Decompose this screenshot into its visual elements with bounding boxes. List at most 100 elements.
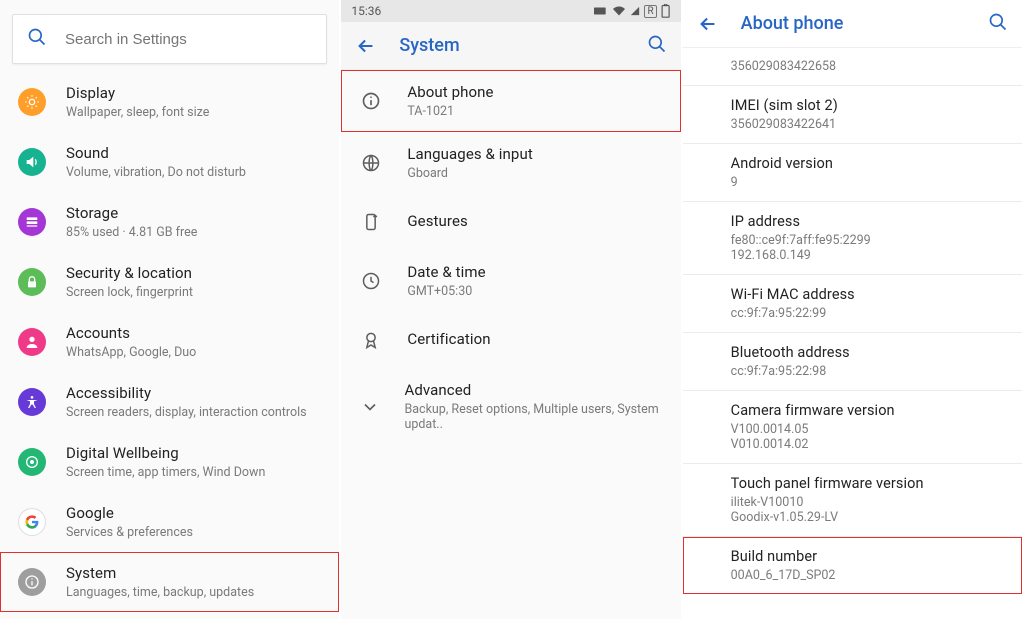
item-title: Certification (407, 330, 490, 348)
search-bar[interactable] (12, 14, 327, 64)
cert-icon (359, 330, 383, 350)
settings-list: Display Wallpaper, sleep, font size Sound V… (0, 72, 339, 619)
about-list: 356029083422658 IMEI (sim slot 2) 35602908… (683, 48, 1022, 619)
info-title: IP address (731, 213, 1006, 230)
info-value: cc:9f:7a:95:22:99 (731, 306, 1006, 321)
sound-icon (18, 148, 46, 176)
settings-item-system[interactable]: System Languages, time, backup, updates (0, 552, 339, 612)
chevron-icon (359, 397, 380, 417)
appbar-title: About phone (741, 13, 988, 34)
info-row[interactable]: Camera firmware version V100.0014.05 V010… (683, 391, 1022, 463)
appbar: System (341, 22, 680, 70)
system-item-about-phone[interactable]: About phone TA-1021 (341, 70, 680, 132)
settings-item-google[interactable]: Google Services & preferences (0, 492, 339, 552)
item-subtitle: Screen readers, display, interaction con… (66, 405, 307, 420)
item-title: Gestures (407, 212, 468, 230)
item-subtitle: 85% used · 4.81 GB free (66, 225, 197, 240)
info-value: 00A0_6_17D_SP02 (731, 568, 1006, 583)
item-title: Sound (66, 144, 246, 162)
status-bar: 15:36 R (341, 0, 680, 22)
gestures-icon (359, 212, 383, 232)
system-item-gestures[interactable]: Gestures (341, 194, 680, 250)
back-icon[interactable] (355, 35, 377, 57)
item-subtitle: TA-1021 (407, 104, 493, 119)
item-subtitle: WhatsApp, Google, Duo (66, 345, 196, 360)
info-value: V100.0014.05 V010.0014.02 (731, 422, 1006, 452)
item-title: Security & location (66, 264, 193, 282)
item-title: Display (66, 84, 209, 102)
info-title: Android version (731, 155, 1006, 172)
item-title: Digital Wellbeing (66, 444, 265, 462)
lock-icon (18, 268, 46, 296)
system-list: About phone TA-1021 Languages & input Gboar… (341, 70, 680, 619)
google-icon (18, 508, 46, 536)
search-icon[interactable] (988, 12, 1008, 36)
globe-icon (359, 153, 383, 173)
info-row[interactable]: Build number 00A0_6_17D_SP02 (683, 537, 1022, 594)
settings-panel: Display Wallpaper, sleep, font size Sound V… (0, 0, 341, 619)
search-icon[interactable] (647, 34, 667, 58)
appbar-title: System (399, 35, 646, 56)
info-icon (18, 568, 46, 596)
info-row[interactable]: 356029083422658 (683, 48, 1022, 85)
wellbeing-icon (18, 448, 46, 476)
brightness-icon (18, 88, 46, 116)
clock-icon (359, 271, 383, 291)
item-title: Languages & input (407, 145, 533, 163)
search-input[interactable] (65, 31, 312, 48)
info-title: IMEI (sim slot 2) (731, 97, 1006, 114)
system-item-languages-input[interactable]: Languages & input Gboard (341, 132, 680, 194)
info-title: Camera firmware version (731, 402, 1006, 419)
accessibility-icon (18, 388, 46, 416)
settings-item-digital-wellbeing[interactable]: Digital WellbeingScreen time, app timers… (0, 432, 339, 492)
item-title: Date & time (407, 263, 485, 281)
item-subtitle: Screen lock, fingerprint (66, 285, 193, 300)
info-title: Bluetooth address (731, 344, 1006, 361)
item-subtitle: Backup, Reset options, Multiple users, S… (404, 402, 664, 432)
info-row[interactable]: Android version9 (683, 144, 1022, 201)
item-subtitle: GMT+05:30 (407, 284, 485, 299)
item-subtitle: Languages, time, backup, updates (66, 585, 254, 600)
about-phone-panel: About phone 356029083422658 IMEI (sim slo… (683, 0, 1024, 619)
status-time: 15:36 (351, 4, 381, 18)
item-title: Advanced (404, 381, 664, 399)
item-title: Accessibility (66, 384, 307, 402)
settings-item-accessibility[interactable]: Accessibility Screen readers, display, in… (0, 372, 339, 432)
storage-icon (18, 208, 46, 236)
info-title: Wi-Fi MAC address (731, 286, 1006, 303)
settings-item-sound[interactable]: Sound Volume, vibration, Do not disturb (0, 132, 339, 192)
settings-item-storage[interactable]: Storage 85% used · 4.81 GB free (0, 192, 339, 252)
info-row[interactable]: IP addressfe80::ce9f:7aff:fe95:2299 192.… (683, 202, 1022, 274)
item-subtitle: Volume, vibration, Do not disturb (66, 165, 246, 180)
system-item-date-time[interactable]: Date & time GMT+05:30 (341, 250, 680, 312)
item-subtitle: Wallpaper, sleep, font size (66, 105, 209, 120)
account-icon (18, 328, 46, 356)
info-title: Touch panel firmware version (731, 475, 1006, 492)
info-row[interactable]: Wi-Fi MAC address cc:9f:7a:95:22:99 (683, 275, 1022, 332)
info-icon (359, 91, 383, 111)
item-title: Accounts (66, 324, 196, 342)
info-value: 356029083422641 (731, 117, 1006, 132)
item-title: Storage (66, 204, 197, 222)
system-item-advanced[interactable]: Advanced Backup, Reset options, Multiple … (341, 368, 680, 445)
info-title: Build number (731, 548, 1006, 565)
info-value: fe80::ce9f:7aff:fe95:2299 192.168.0.149 (731, 233, 1006, 263)
item-title: Google (66, 504, 193, 522)
settings-item-security-location[interactable]: Security & location Screen lock, fingerpr… (0, 252, 339, 312)
item-title: About phone (407, 83, 493, 101)
settings-item-display[interactable]: Display Wallpaper, sleep, font size (0, 72, 339, 132)
item-subtitle: Services & preferences (66, 525, 193, 540)
back-icon[interactable] (697, 13, 719, 35)
item-title: System (66, 564, 254, 582)
appbar: About phone (683, 0, 1022, 48)
info-row[interactable]: Touch panel firmware versionilitek-V1001… (683, 464, 1022, 536)
system-item-certification[interactable]: Certification (341, 312, 680, 368)
item-subtitle: Gboard (407, 166, 533, 181)
info-row[interactable]: IMEI (sim slot 2) 356029083422641 (683, 86, 1022, 143)
settings-item-accounts[interactable]: Accounts WhatsApp, Google, Duo (0, 312, 339, 372)
info-value: cc:9f:7a:95:22:98 (731, 364, 1006, 379)
system-panel: 15:36 R System About phone TA-1021 Languag… (341, 0, 682, 619)
status-icons: R (594, 4, 670, 18)
info-value: 356029083422658 (731, 59, 1006, 74)
info-row[interactable]: Bluetooth address cc:9f:7a:95:22:98 (683, 333, 1022, 390)
